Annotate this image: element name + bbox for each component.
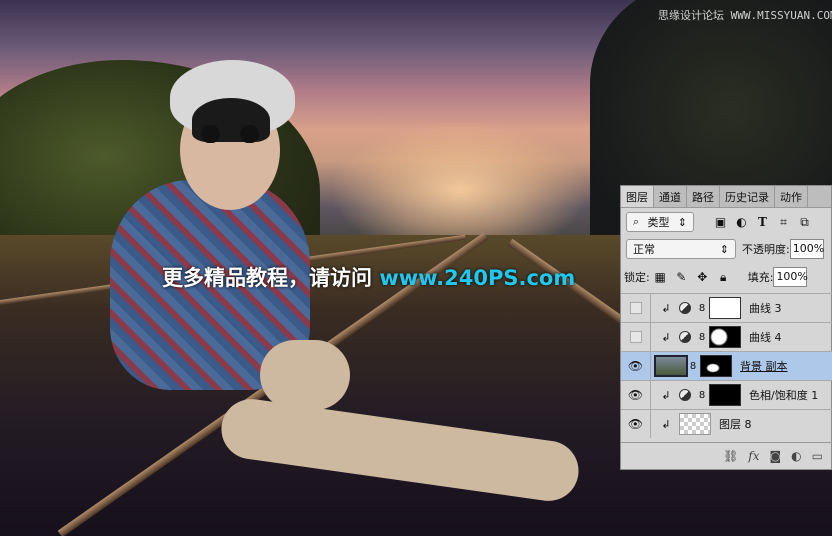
mask-icon[interactable]: ◙ bbox=[770, 449, 782, 463]
updown-icon: ⇕ bbox=[677, 215, 687, 229]
clip-arrow-icon: ↲ bbox=[661, 388, 671, 402]
layer-name[interactable]: 曲线 3 bbox=[749, 300, 782, 316]
chain-icon[interactable]: 8 bbox=[697, 332, 707, 343]
watermark-text: 更多精品教程，请访问 bbox=[162, 266, 380, 290]
filter-type-select[interactable]: ⌕ 类型 ⇕ bbox=[626, 212, 694, 232]
panel-tabs: 图层 通道 路径 历史记录 动作 bbox=[621, 186, 831, 208]
filter-type-label: 类型 bbox=[647, 216, 670, 229]
fill-label: 填充: bbox=[747, 271, 774, 284]
panel-bottom-bar: ⛓ fx ◙ ◐ ▭ bbox=[621, 442, 832, 468]
lock-paint-icon[interactable]: ✎ bbox=[674, 270, 689, 284]
search-icon: ⌕ bbox=[633, 215, 640, 228]
eye-icon[interactable]: 👁︎ bbox=[621, 410, 651, 438]
site-watermark: 思缘设计论坛 WWW.MISSYUAN.COM bbox=[658, 9, 832, 22]
smart-object-filter-icon[interactable]: ⧉ bbox=[797, 215, 812, 230]
type-filter-icon[interactable]: T bbox=[755, 215, 770, 229]
adjustment-filter-icon[interactable]: ◐ bbox=[734, 215, 749, 229]
chain-icon[interactable]: 8 bbox=[697, 390, 707, 401]
adjustment-layer-icon bbox=[679, 302, 691, 314]
visibility-toggle[interactable] bbox=[621, 294, 651, 322]
tutorial-watermark: 更多精品教程，请访问 www.240PS.com bbox=[162, 262, 575, 292]
layer-thumbnail[interactable] bbox=[679, 413, 711, 435]
layer-name[interactable]: 图层 8 bbox=[719, 416, 752, 432]
blend-row: 正常 ⇕ 不透明度: 100% bbox=[621, 237, 832, 261]
lock-all-icon[interactable]: 🔒︎ bbox=[716, 270, 731, 285]
adjustment-layer-icon bbox=[679, 389, 691, 401]
adjustment-icon[interactable]: ◐ bbox=[791, 449, 801, 463]
chain-icon[interactable]: 8 bbox=[697, 303, 707, 314]
layer-mask-thumbnail[interactable] bbox=[700, 355, 732, 377]
layer-row-selected[interactable]: 👁︎ 8 背景 副本 bbox=[621, 351, 832, 380]
tab-channels[interactable]: 通道 bbox=[654, 186, 687, 207]
layer-thumbnail[interactable] bbox=[654, 355, 688, 377]
lock-transparent-icon[interactable]: ▦ bbox=[653, 270, 668, 284]
layer-row[interactable]: ↲ 8 曲线 3 bbox=[621, 293, 832, 322]
tab-history[interactable]: 历史记录 bbox=[720, 186, 775, 207]
image-filter-icon[interactable]: ▣ bbox=[713, 215, 728, 229]
tab-paths[interactable]: 路径 bbox=[687, 186, 720, 207]
layer-mask-thumbnail[interactable] bbox=[709, 384, 741, 406]
layer-row[interactable]: ↲ 8 曲线 4 bbox=[621, 322, 832, 351]
adjustment-layer-icon bbox=[679, 331, 691, 343]
layer-row[interactable]: 👁︎ ↲ 8 色相/饱和度 1 bbox=[621, 380, 832, 409]
layer-name[interactable]: 色相/饱和度 1 bbox=[749, 387, 818, 403]
layers-panel: 图层 通道 路径 历史记录 动作 ⌕ 类型 ⇕ ▣ ◐ T ⌗ ⧉ 正常 ⇕ 不透明度… bbox=[620, 185, 832, 470]
eye-icon[interactable]: 👁︎ bbox=[621, 381, 651, 409]
clip-arrow-icon: ↲ bbox=[661, 330, 671, 344]
shape-filter-icon[interactable]: ⌗ bbox=[776, 215, 791, 230]
tab-actions[interactable]: 动作 bbox=[775, 186, 808, 207]
link-icon[interactable]: ⛓ bbox=[723, 449, 738, 463]
opacity-input[interactable]: 100% bbox=[789, 239, 824, 259]
lock-row: 锁定: ▦ ✎ ✥ 🔒︎ 填充: 100% bbox=[621, 265, 832, 289]
watermark-url: www.240PS.com bbox=[379, 266, 576, 290]
lock-label: 锁定: bbox=[624, 271, 650, 284]
layer-name[interactable]: 背景 副本 bbox=[740, 358, 788, 374]
clip-arrow-icon: ↲ bbox=[661, 301, 671, 315]
filter-row: ⌕ 类型 ⇕ ▣ ◐ T ⌗ ⧉ bbox=[621, 210, 832, 234]
folder-icon[interactable]: ▭ bbox=[812, 449, 823, 463]
leg bbox=[260, 340, 350, 410]
updown-icon: ⇕ bbox=[719, 242, 729, 256]
chain-icon[interactable]: 8 bbox=[688, 361, 698, 372]
blend-mode-value: 正常 bbox=[633, 243, 655, 256]
clip-arrow-icon: ↲ bbox=[661, 417, 671, 431]
blend-mode-select[interactable]: 正常 ⇕ bbox=[626, 239, 736, 259]
eye-icon[interactable]: 👁︎ bbox=[621, 352, 651, 380]
layer-row[interactable]: 👁︎ ↲ 图层 8 bbox=[621, 409, 832, 438]
lock-move-icon[interactable]: ✥ bbox=[695, 270, 710, 284]
sunglasses bbox=[195, 125, 265, 143]
layer-mask-thumbnail[interactable] bbox=[709, 297, 741, 319]
layer-name[interactable]: 曲线 4 bbox=[749, 329, 782, 345]
layer-mask-thumbnail[interactable] bbox=[709, 326, 741, 348]
opacity-label: 不透明度: bbox=[742, 243, 790, 256]
visibility-toggle[interactable] bbox=[621, 323, 651, 351]
fill-input[interactable]: 100% bbox=[773, 267, 808, 287]
fx-icon[interactable]: fx bbox=[748, 449, 759, 463]
tab-layers[interactable]: 图层 bbox=[621, 186, 654, 207]
